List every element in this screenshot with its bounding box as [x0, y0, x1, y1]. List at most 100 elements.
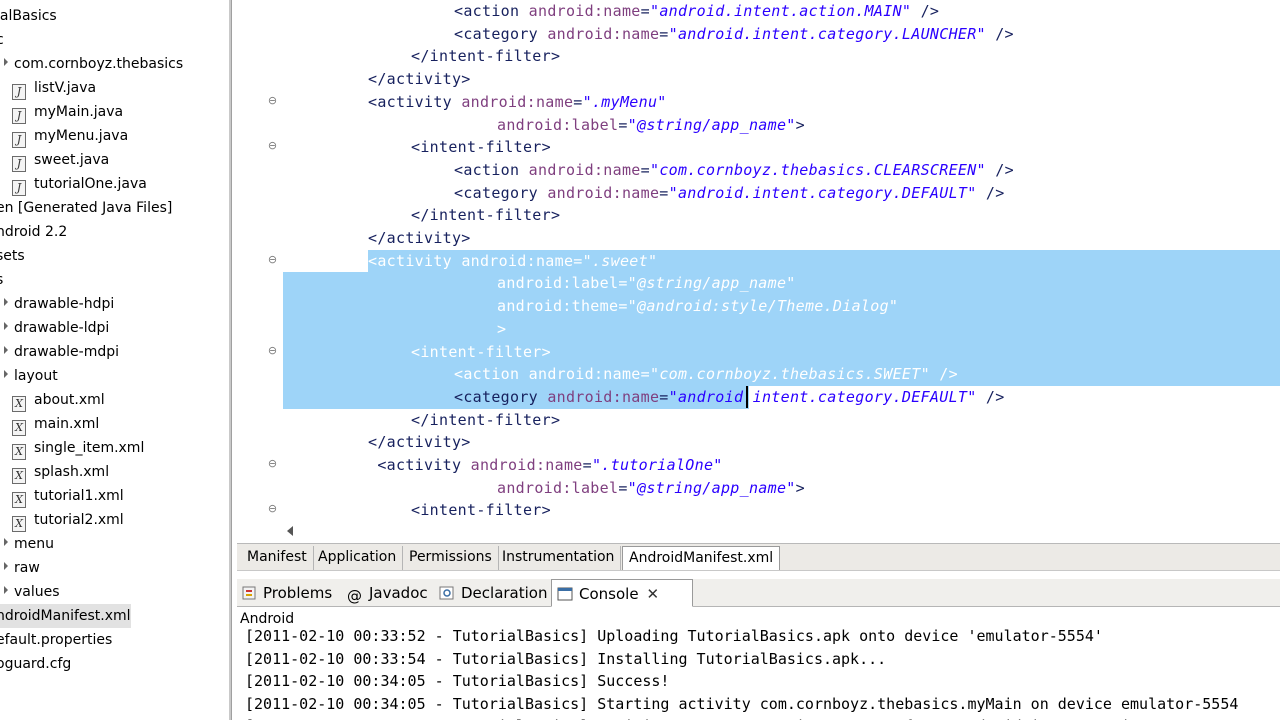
tree-item-label: main.xml [34, 416, 100, 432]
code-area[interactable]: <action android:name="android.intent.act… [237, 0, 1280, 520]
code-line[interactable]: <category android:name="android.intent.c… [454, 182, 1005, 204]
code-line[interactable]: android:theme="@android:style/Theme.Dial… [497, 295, 898, 317]
tree-item[interactable]: c [0, 28, 4, 52]
tree-item[interactable]: Xtutorial2.xml [12, 508, 124, 532]
code-line[interactable]: android:label="@string/app_name"> [497, 114, 805, 136]
fold-collapse-icon[interactable]: ⊖ [267, 345, 278, 357]
code-line[interactable]: <intent-filter> [411, 499, 551, 520]
console-line: [2011-02-10 00:34:05 - TutorialBasics] S… [245, 672, 670, 690]
tree-item[interactable]: drawable-ldpi [4, 316, 109, 340]
code-line[interactable]: <intent-filter> [411, 341, 551, 363]
expand-arrow-icon[interactable] [4, 586, 8, 594]
code-line[interactable]: <action android:name="android.intent.act… [454, 0, 939, 22]
tree-item[interactable]: raw [4, 556, 40, 580]
code-line[interactable]: <activity android:name=".tutorialOne" [368, 454, 723, 476]
horizontal-scrollbar[interactable] [281, 520, 1280, 543]
tree-item[interactable]: oguard.cfg [0, 652, 71, 676]
tab-problems[interactable]: Problems [241, 579, 332, 607]
tree-item[interactable]: ndroidManifest.xml [0, 604, 131, 628]
tab-permissions[interactable]: Permissions [403, 546, 499, 570]
tree-item[interactable]: en [Generated Java Files] [0, 196, 172, 220]
fold-collapse-icon[interactable]: ⊖ [267, 254, 278, 266]
code-line[interactable]: </activity> [368, 227, 471, 249]
tree-item[interactable]: sets [0, 244, 25, 268]
fold-collapse-icon[interactable]: ⊖ [267, 95, 278, 107]
xml-tag-token: <activity [368, 251, 462, 270]
tree-item[interactable]: drawable-hdpi [4, 292, 114, 316]
xml-tag-token: <action [454, 160, 529, 179]
code-line[interactable]: <action android:name="com.cornboyz.theba… [454, 159, 1014, 181]
expand-arrow-icon[interactable] [4, 538, 8, 546]
tab-console[interactable]: Console ✕ [551, 579, 693, 607]
code-line[interactable]: <category android:name="android.intent.c… [454, 23, 1014, 45]
code-line[interactable]: android:label="@string/app_name"> [497, 477, 805, 499]
xml-attribute-token: android:label [497, 478, 619, 497]
tree-item[interactable]: values [4, 580, 60, 604]
tree-item[interactable]: JmyMain.java [12, 100, 123, 124]
code-line[interactable]: </activity> [368, 431, 471, 453]
tree-item[interactable]: ialBasics [0, 4, 57, 28]
code-line[interactable]: <category android:name="android.intent.c… [454, 386, 1005, 408]
xml-tag-token: = [582, 456, 592, 474]
tree-item-label: values [14, 584, 60, 600]
expand-arrow-icon[interactable] [4, 370, 8, 378]
xml-editor[interactable]: <action android:name="android.intent.act… [237, 0, 1280, 543]
expand-arrow-icon[interactable] [4, 322, 8, 330]
tree-item[interactable]: Jsweet.java [12, 148, 109, 172]
tree-item[interactable]: JmyMenu.java [12, 124, 128, 148]
code-line[interactable]: <activity android:name=".sweet" [368, 250, 657, 272]
tree-item[interactable]: Xsplash.xml [12, 460, 109, 484]
tree-item[interactable]: JlistV.java [12, 76, 96, 100]
tree-item-label: efault.properties [0, 632, 113, 648]
tree-item[interactable]: efault.properties [0, 628, 112, 652]
code-line[interactable]: </activity> [368, 68, 471, 90]
tab-instrumentation[interactable]: Instrumentation [496, 546, 622, 570]
tree-item[interactable]: menu [4, 532, 54, 556]
expand-arrow-icon[interactable] [4, 346, 8, 354]
fold-collapse-icon[interactable]: ⊖ [267, 503, 278, 515]
tab-declaration[interactable]: Declaration [439, 579, 547, 607]
fold-collapse-icon[interactable]: ⊖ [267, 140, 278, 152]
code-line[interactable]: </intent-filter> [411, 45, 560, 67]
xml-attribute-token: android:label [497, 274, 619, 293]
xml-tag-token: /> [985, 160, 1014, 179]
tree-item[interactable]: Xabout.xml [12, 388, 105, 412]
code-line[interactable]: </intent-filter> [411, 409, 560, 431]
tree-item[interactable]: layout [4, 364, 58, 388]
xml-value-token: "android.intent.category.DEFAULT" [668, 183, 977, 202]
tree-item[interactable]: Xsingle_item.xml [12, 436, 144, 460]
tree-item[interactable]: drawable-mdpi [4, 340, 119, 364]
tree-item-label: drawable-mdpi [14, 344, 119, 360]
tab-application[interactable]: Application [312, 546, 404, 570]
code-line[interactable]: > [497, 318, 506, 340]
close-icon[interactable]: ✕ [647, 580, 660, 608]
tree-item[interactable]: Xtutorial1.xml [12, 484, 124, 508]
explorer-sash[interactable] [229, 0, 231, 720]
console-line: [2011-02-10 00:33:52 - TutorialBasics] U… [245, 627, 1103, 645]
code-line[interactable]: <action android:name="com.cornboyz.theba… [454, 363, 958, 385]
xml-tag-token: = [573, 251, 583, 270]
tree-item[interactable]: ndroid 2.2 [0, 220, 67, 244]
tree-item[interactable]: Xmain.xml [12, 412, 99, 436]
expand-arrow-icon[interactable] [4, 562, 8, 570]
tree-item[interactable]: s [0, 268, 3, 292]
code-line[interactable]: android:label="@string/app_name" [497, 272, 796, 294]
tree-item-label: tutorial2.xml [34, 512, 124, 528]
expand-arrow-icon[interactable] [4, 58, 8, 66]
xml-tag-token: <intent-filter> [411, 501, 551, 520]
xml-tag-token: = [618, 478, 628, 497]
code-line[interactable]: <intent-filter> [411, 136, 551, 158]
tab-manifest[interactable]: Manifest [241, 546, 314, 570]
tree-item[interactable]: com.cornboyz.thebasics [4, 52, 183, 76]
tree-item[interactable]: JtutorialOne.java [12, 172, 147, 196]
xml-file-icon: X [12, 444, 26, 460]
fold-collapse-icon[interactable]: ⊖ [267, 458, 278, 470]
xml-tag-token: = [618, 115, 628, 134]
tab-javadoc[interactable]: @ Javadoc [347, 579, 428, 607]
scroll-left-icon[interactable] [287, 526, 293, 536]
code-line[interactable]: <activity android:name=".myMenu" [368, 91, 667, 113]
code-line[interactable]: </intent-filter> [411, 204, 560, 226]
expand-arrow-icon[interactable] [4, 298, 8, 306]
tab-androidmanifest-xml[interactable]: AndroidManifest.xml [622, 546, 781, 570]
xml-tag-token: > [497, 319, 507, 338]
